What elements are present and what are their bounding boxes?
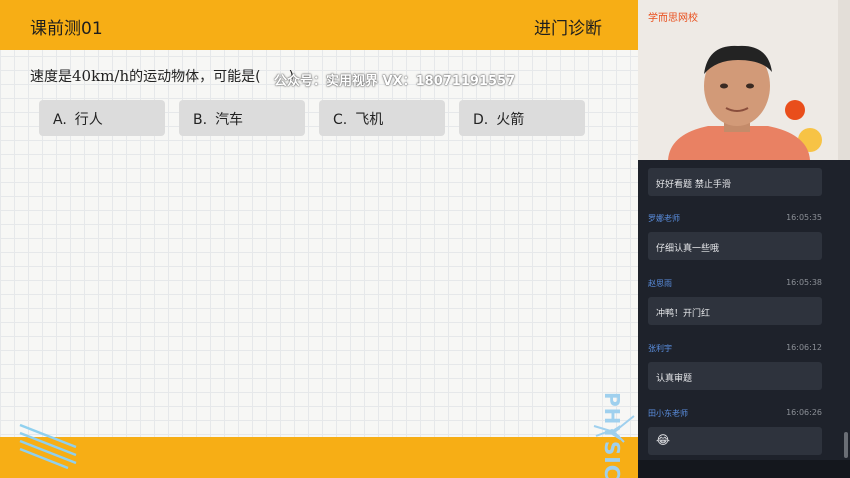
chat-message-emoji: 😂: [648, 427, 822, 455]
chat-timestamp: 16:05:38: [786, 278, 822, 287]
option-b-button[interactable]: B. 汽车: [179, 100, 305, 136]
option-text: 飞机: [355, 112, 384, 128]
option-d-button[interactable]: D. 火箭: [459, 100, 585, 136]
chat-message: 认真审题: [648, 362, 822, 390]
option-letter: D.: [473, 112, 489, 128]
teacher-webcam: 学而思网校: [638, 0, 850, 160]
lesson-title: 课前测01: [30, 19, 103, 39]
question-prefix: 速度是: [30, 69, 72, 85]
chat-sender-name: 罗娜老师: [648, 214, 680, 223]
chat-message: 仔细认真一些哦: [648, 232, 822, 260]
chat-message-meta: 罗娜老师 16:05:35: [648, 213, 822, 224]
brand-logo: 学而思网校: [648, 13, 698, 24]
chat-timestamp: 16:05:35: [786, 213, 822, 222]
chat-sender-name: 张利宇: [648, 344, 672, 353]
option-text: 火箭: [496, 112, 525, 128]
slide-area: 课前测01 进门诊断 速度是40km/h的运动物体，可能是( ) 公众号：实用视…: [0, 0, 638, 478]
chat-sender-name: 田小东老师: [648, 409, 688, 418]
question-text: 速度是40km/h的运动物体，可能是( ): [30, 66, 294, 86]
option-letter: A.: [53, 112, 67, 128]
chat-message: 好好看题 禁止手滑: [648, 168, 822, 196]
question-suffix: 的运动物体，可能是( ): [129, 69, 295, 85]
chat-timestamp: 16:06:26: [786, 408, 822, 417]
chat-message-meta: 张利宇 16:06:12: [648, 343, 822, 354]
option-letter: B.: [193, 112, 208, 128]
chat-message: 冲鸭！开门红: [648, 297, 822, 325]
question-value: 40km/h: [72, 67, 130, 85]
chat-panel[interactable]: 好好看题 禁止手滑 罗娜老师 16:05:35 仔细认真一些哦 赵思雨 16:0…: [638, 160, 850, 460]
physics-decoration-text: PHYSICS: [600, 392, 624, 478]
teacher-avatar-icon: [668, 45, 810, 160]
section-title: 进门诊断: [534, 19, 602, 39]
stripes-decoration-icon: [19, 423, 77, 469]
chat-scrollbar[interactable]: [844, 432, 848, 458]
chat-message-meta: 赵思雨 16:05:38: [648, 278, 822, 289]
option-text: 行人: [74, 112, 103, 128]
slide-header: 课前测01 进门诊断: [0, 0, 638, 50]
watermark-text: 公众号：实用视界 VX：18071191557: [274, 74, 516, 89]
chat-timestamp: 16:06:12: [786, 343, 822, 352]
slide-footer: [0, 437, 638, 478]
option-c-button[interactable]: C. 飞机: [319, 100, 445, 136]
webcam-background-stripe: [838, 0, 850, 160]
chat-input-bar[interactable]: [638, 460, 850, 478]
chat-message-meta: 田小东老师 16:06:26: [648, 408, 822, 419]
option-letter: C.: [333, 112, 348, 128]
chat-sender-name: 赵思雨: [648, 279, 672, 288]
option-a-button[interactable]: A. 行人: [39, 100, 165, 136]
option-text: 汽车: [215, 112, 244, 128]
